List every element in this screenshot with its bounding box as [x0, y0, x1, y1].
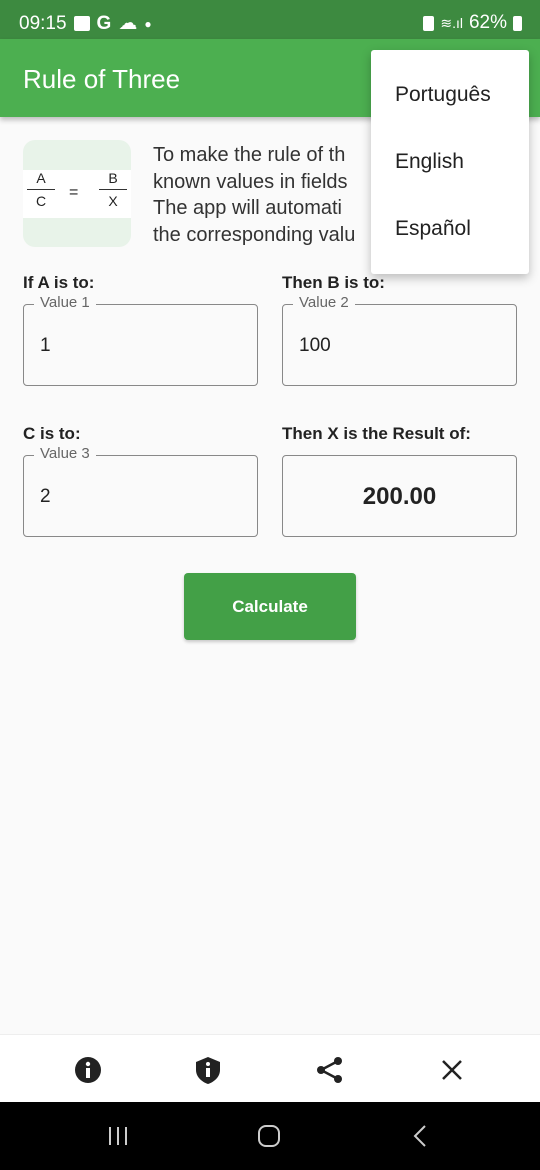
value-1-hint: Value 1: [34, 294, 96, 311]
share-icon[interactable]: [315, 1055, 345, 1085]
info-icon[interactable]: [73, 1055, 103, 1085]
fraction-x: X: [108, 193, 118, 209]
label-a: If A is to:: [23, 273, 95, 292]
rule-of-three-illustration: AC = BX: [23, 140, 131, 247]
value-2-hint: Value 2: [293, 294, 355, 311]
value-1-text: 1: [40, 335, 51, 356]
battery-level: 62%: [468, 12, 507, 33]
cloud-icon: ☁: [118, 13, 138, 34]
language-menu: Português English Español: [371, 50, 529, 274]
app-title: Rule of Three: [23, 64, 181, 94]
label-c: C is to:: [23, 424, 81, 443]
result-value: 200.00: [362, 483, 437, 510]
google-icon: G: [96, 12, 112, 34]
status-bar: 09:15 G ☁ ● ≋.ıl 62%: [0, 0, 540, 39]
recent-apps-icon[interactable]: [106, 1126, 130, 1146]
label-b: Then B is to:: [282, 273, 385, 292]
menu-item-portuguese[interactable]: Português: [395, 83, 491, 107]
dot-icon: ●: [144, 16, 152, 31]
value-2-text: 100: [299, 335, 331, 356]
bottom-toolbar: [0, 1034, 540, 1102]
system-nav-bar: [0, 1102, 540, 1170]
calculate-button[interactable]: Calculate: [184, 573, 356, 640]
value-3-hint: Value 3: [34, 445, 96, 462]
value-3-text: 2: [40, 486, 51, 507]
fraction-b: B: [99, 170, 127, 190]
instructions-text: To make the rule of th known values in f…: [153, 142, 355, 248]
fraction-a: A: [27, 170, 55, 190]
wifi-signal-icon: ≋.ıl: [440, 14, 463, 31]
privacy-shield-icon[interactable]: [193, 1055, 223, 1085]
result-field: 200.00: [282, 455, 517, 537]
instructions-line: The app will automati: [153, 197, 342, 219]
close-icon[interactable]: [437, 1055, 467, 1085]
value-2-input[interactable]: Value 2 100: [282, 294, 517, 386]
battery-saver-icon: [423, 15, 435, 31]
gallery-icon: [73, 16, 90, 31]
instructions-line: To make the rule of th: [153, 144, 346, 166]
instructions-line: the corresponding valu: [153, 223, 356, 246]
equals-sign: =: [69, 184, 79, 201]
menu-item-english[interactable]: English: [395, 150, 464, 174]
status-time: 09:15: [19, 12, 67, 34]
battery-icon: [513, 15, 522, 31]
back-icon[interactable]: [410, 1124, 430, 1148]
menu-item-spanish[interactable]: Español: [395, 217, 471, 241]
home-icon[interactable]: [257, 1124, 281, 1148]
label-x: Then X is the Result of:: [282, 424, 471, 443]
value-1-input[interactable]: Value 1 1: [23, 294, 258, 386]
instructions-line: known values in fields: [153, 170, 348, 193]
value-3-input[interactable]: Value 3 2: [23, 445, 258, 537]
fraction-c: C: [35, 193, 47, 209]
